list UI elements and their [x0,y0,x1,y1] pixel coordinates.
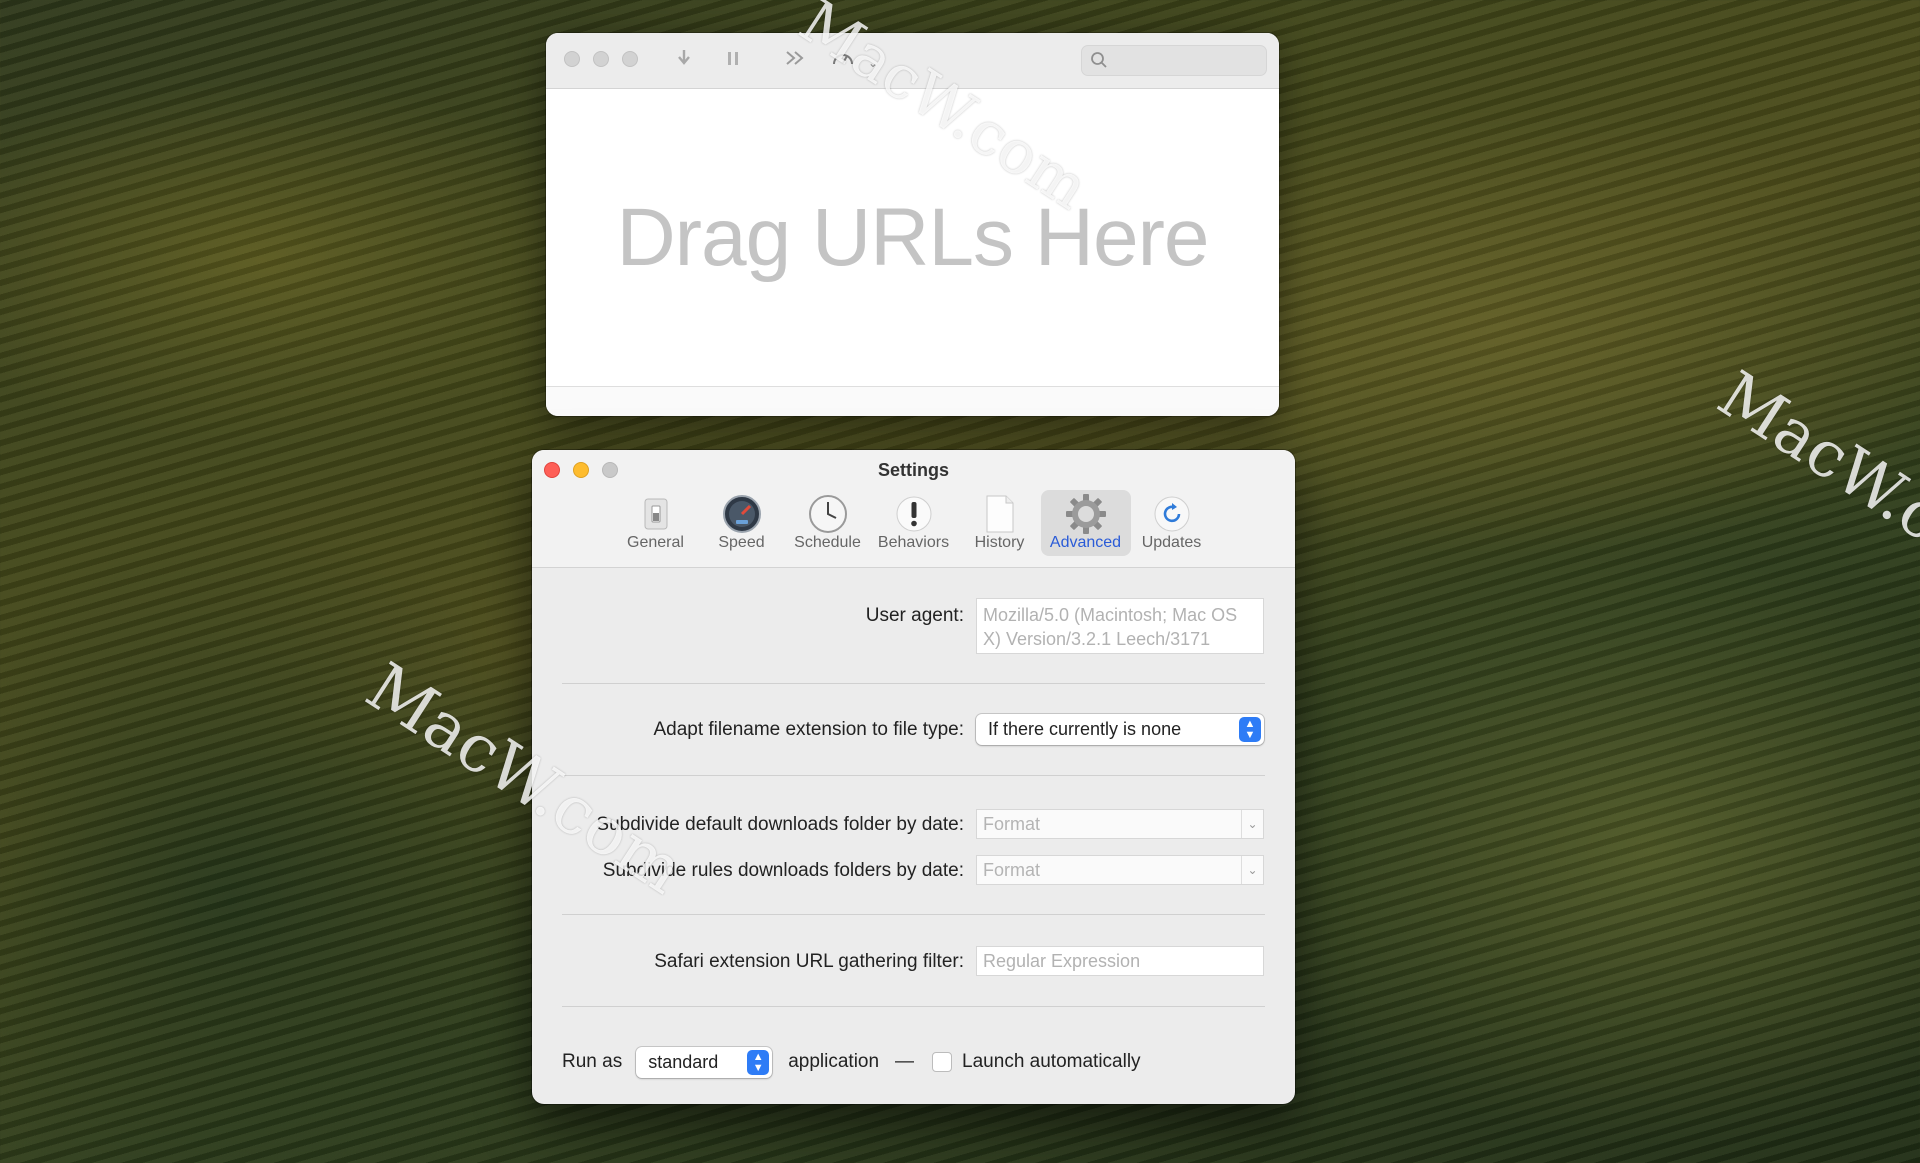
chevron-down-icon[interactable]: ⌄ [1241,856,1263,884]
gear-icon [1041,494,1131,534]
refresh-icon [1127,494,1217,534]
clock-icon [783,494,873,534]
updown-chevron-icon: ▲ ▼ [747,1049,770,1075]
adapt-extension-value: If there currently is none [988,719,1182,739]
speedometer-icon [697,494,787,534]
switch-icon [611,494,701,534]
drop-placeholder: Drag URLs Here [616,191,1209,283]
search-icon [1090,51,1108,74]
tab-behaviors[interactable]: Behaviors [869,490,959,556]
search-input[interactable] [1081,45,1267,76]
tab-label: Behaviors [877,534,950,551]
window-title: Settings [877,460,949,480]
drop-zone[interactable]: Drag URLs Here [546,89,1279,386]
updown-chevron-icon: ▲ ▼ [1239,717,1261,742]
tab-general[interactable]: General [611,490,701,556]
tab-label: History [974,534,1025,551]
subdivide-default-label: Subdivide default downloads folder by da… [596,814,964,835]
run-as-row: Run as standard ▲ ▼ application — Launch … [562,1046,1141,1078]
tab-history[interactable]: History [955,490,1045,556]
subdivide-rules-label: Subdivide rules downloads folders by dat… [602,860,964,881]
adapt-extension-label: Adapt filename extension to file type: [653,719,964,740]
tab-label: Schedule [794,534,861,551]
tab-label: Advanced [1049,534,1122,551]
safari-filter-input[interactable]: Regular Expression [976,946,1264,976]
exclamation-icon [869,494,959,534]
tab-label: Updates [1141,534,1202,551]
watermark: MacW.c [1705,357,1920,557]
pause-icon[interactable] [726,48,740,73]
subdivide-rules-placeholder: Format [983,860,1041,880]
settings-window: Settings General Speed Schedule Behavior… [532,450,1295,1104]
settings-tabs: General Speed Schedule Behaviors History… [532,490,1295,556]
status-bar [546,386,1279,416]
main-window: ⌄ Drag URLs Here [546,33,1279,416]
subdivide-rules-combo[interactable]: Format ⌄ [976,855,1264,885]
em-dash: — [895,1051,915,1072]
speed-menu-chevron-icon[interactable]: ⌄ [868,52,878,74]
document-icon [955,494,1045,534]
chevron-down-icon[interactable]: ⌄ [1241,810,1263,838]
divider [562,914,1265,915]
tab-label: Speed [718,534,765,551]
launch-automatically-checkbox[interactable] [932,1052,953,1072]
fast-forward-icon[interactable] [784,48,806,73]
launch-automatically-label: Launch automatically [962,1051,1141,1072]
adapt-extension-popup[interactable]: If there currently is none ▲ ▼ [976,714,1264,745]
main-toolbar: ⌄ [546,33,1279,89]
subdivide-default-placeholder: Format [983,814,1041,834]
divider [562,683,1265,684]
divider [562,1006,1265,1007]
run-as-label: Run as [562,1051,623,1072]
safari-filter-label: Safari extension URL gathering filter: [654,951,964,972]
divider [562,775,1265,776]
tab-speed[interactable]: Speed [697,490,787,556]
speed-gauge-icon[interactable] [831,48,855,73]
zoom-button[interactable] [622,51,638,67]
tab-label: General [627,534,684,551]
subdivide-default-combo[interactable]: Format ⌄ [976,809,1264,839]
user-agent-label: User agent: [865,605,964,626]
close-button[interactable] [564,51,580,67]
tab-advanced[interactable]: Advanced [1040,490,1131,556]
tab-updates[interactable]: Updates [1127,490,1217,556]
tab-schedule[interactable]: Schedule [783,490,873,556]
run-as-value: standard [648,1051,719,1072]
run-as-popup[interactable]: standard ▲ ▼ [636,1046,773,1078]
application-label: application [788,1051,880,1072]
download-icon[interactable] [675,48,693,73]
settings-toolbar: Settings General Speed Schedule Behavior… [532,450,1295,568]
minimize-button[interactable] [593,51,609,67]
user-agent-field[interactable]: Mozilla/5.0 (Macintosh; Mac OS X) Versio… [976,598,1264,654]
